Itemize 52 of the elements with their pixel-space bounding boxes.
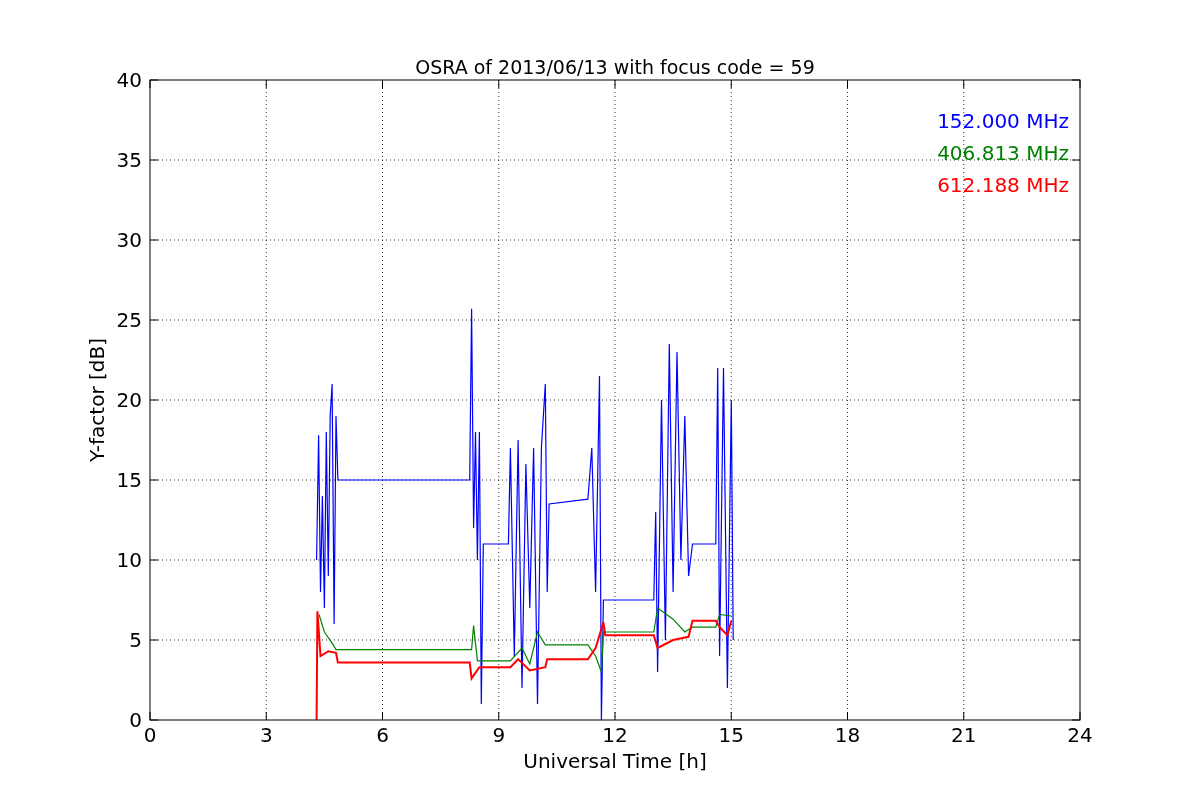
x-tick-label: 12 [602, 723, 628, 747]
tick-mark [963, 711, 965, 721]
tick-mark [498, 79, 500, 89]
tick-mark [149, 239, 159, 241]
y-tick-label: 30 [116, 228, 142, 252]
tick-mark [265, 711, 267, 721]
y-tick-label: 5 [129, 628, 142, 652]
tick-mark [730, 79, 732, 89]
y-tick-label: 35 [116, 148, 142, 172]
y-tick-label: 40 [116, 68, 142, 92]
x-tick-label: 21 [951, 723, 977, 747]
tick-mark [614, 79, 616, 89]
chart-title: OSRA of 2013/06/13 with focus code = 59 [415, 56, 815, 78]
x-tick-label: 6 [376, 723, 389, 747]
tick-mark [149, 399, 159, 401]
x-tick-label: 24 [1067, 723, 1093, 747]
tick-mark [1071, 559, 1081, 561]
tick-mark [730, 711, 732, 721]
x-tick-label: 9 [492, 723, 506, 747]
tick-mark [149, 319, 159, 321]
tick-mark [963, 79, 965, 89]
legend-label: 152.000 MHz [937, 109, 1069, 133]
x-tick-label: 15 [718, 723, 744, 747]
tick-mark [149, 479, 159, 481]
tick-mark [265, 79, 267, 89]
tick-mark [1071, 319, 1081, 321]
y-tick-label: 10 [116, 548, 142, 572]
tick-mark [382, 79, 383, 89]
tick-mark [1071, 479, 1081, 481]
tick-mark [1071, 159, 1081, 161]
tick-mark [847, 79, 848, 89]
x-tick-label: 0 [143, 723, 157, 747]
tick-mark [1071, 639, 1081, 641]
tick-mark [149, 159, 159, 161]
x-tick-label: 3 [259, 723, 273, 747]
tick-mark [1071, 239, 1081, 241]
y-tick-label: 25 [116, 308, 142, 332]
x-axis-label: Universal Time [h] [523, 749, 707, 773]
legend-label: 612.188 MHz [937, 173, 1069, 197]
x-tick-label: 18 [834, 723, 861, 747]
legend-label: 406.813 MHz [937, 141, 1069, 165]
tick-mark [382, 711, 383, 721]
tick-mark [1071, 399, 1081, 401]
y-tick-label: 15 [116, 468, 142, 492]
tick-mark [614, 711, 616, 721]
tick-mark [498, 711, 500, 721]
y-tick-label: 0 [129, 708, 142, 732]
y-axis-label: Y-factor [dB] [85, 338, 109, 462]
tick-mark [847, 711, 848, 721]
tick-mark [149, 639, 159, 641]
y-tick-label: 20 [116, 388, 142, 412]
tick-mark [149, 559, 159, 561]
